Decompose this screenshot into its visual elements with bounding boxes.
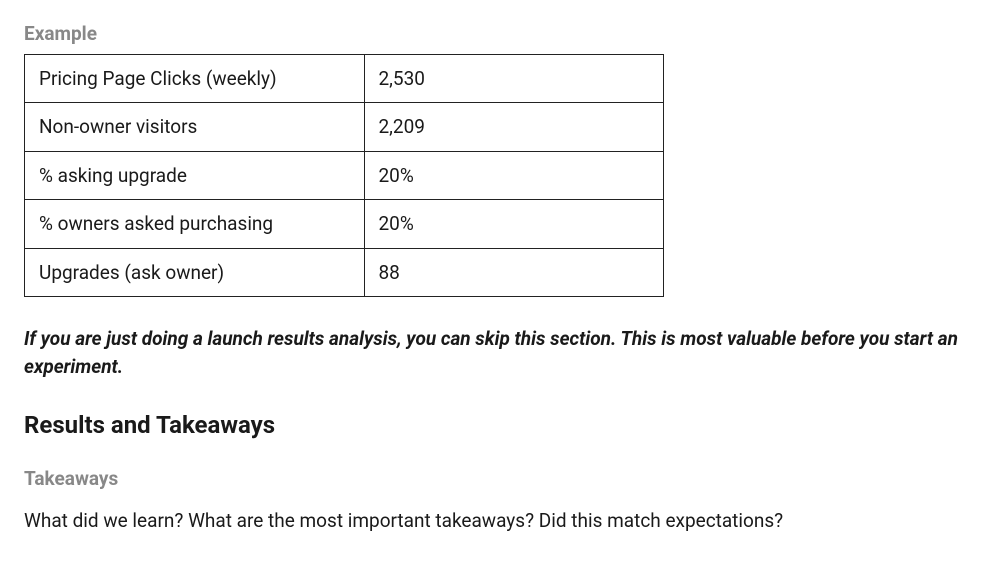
table-row: Upgrades (ask owner) 88 xyxy=(25,248,664,297)
value-cell: 20% xyxy=(364,200,664,249)
results-heading: Results and Takeaways xyxy=(24,408,976,443)
metric-cell: Non-owner visitors xyxy=(25,103,365,152)
table-row: Pricing Page Clicks (weekly) 2,530 xyxy=(25,54,664,103)
value-cell: 20% xyxy=(364,151,664,200)
table-row: Non-owner visitors 2,209 xyxy=(25,103,664,152)
metric-cell: Pricing Page Clicks (weekly) xyxy=(25,54,365,103)
example-table: Pricing Page Clicks (weekly) 2,530 Non-o… xyxy=(24,54,664,298)
takeaways-label: Takeaways xyxy=(24,465,976,493)
metric-cell: Upgrades (ask owner) xyxy=(25,248,365,297)
skip-note: If you are just doing a launch results a… xyxy=(24,325,976,380)
table-row: % owners asked purchasing 20% xyxy=(25,200,664,249)
table-row: % asking upgrade 20% xyxy=(25,151,664,200)
example-label: Example xyxy=(24,20,976,48)
value-cell: 88 xyxy=(364,248,664,297)
value-cell: 2,530 xyxy=(364,54,664,103)
metric-cell: % owners asked purchasing xyxy=(25,200,365,249)
metric-cell: % asking upgrade xyxy=(25,151,365,200)
takeaways-body: What did we learn? What are the most imp… xyxy=(24,507,976,535)
value-cell: 2,209 xyxy=(364,103,664,152)
